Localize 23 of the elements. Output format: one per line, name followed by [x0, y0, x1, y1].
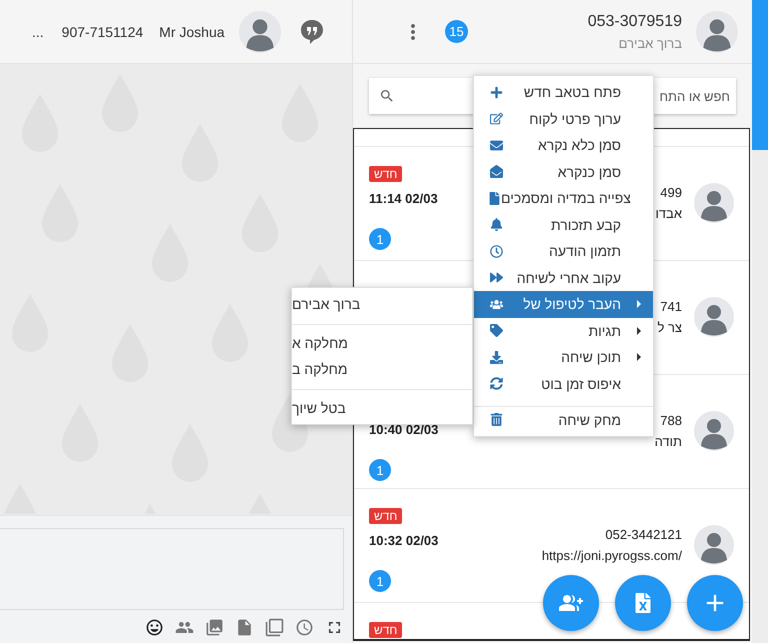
- new-badge: חדש: [369, 166, 402, 182]
- conversation-time: 11:14 02/03: [369, 191, 438, 206]
- contact-phone: 907-7151124: [62, 24, 144, 40]
- conversation-time: 10:40 02/03: [369, 422, 438, 437]
- new-badge: חדש: [369, 622, 402, 638]
- agent-phone: 053-3079519: [588, 12, 682, 30]
- conversation-time: 10:32 02/03: [369, 533, 438, 548]
- contact-name: Mr Joshua: [159, 24, 225, 40]
- conversation-preview: צר ל: [657, 320, 682, 335]
- conversation-phone: 741: [660, 299, 682, 314]
- new-badge: חדש: [369, 508, 402, 524]
- conversation-phone: 052-3442121: [605, 527, 682, 542]
- conversation-phone: 499: [660, 185, 682, 200]
- conversation-preview: אבדו: [655, 206, 682, 221]
- conversation-preview: /https://joni.pyrogss.com: [542, 548, 682, 563]
- unread-count: 1: [369, 228, 391, 250]
- conversation-phone: 788: [660, 413, 682, 428]
- more-indicator: ...: [32, 24, 44, 40]
- unread-count: 15: [445, 20, 468, 43]
- unread-count: 1: [369, 459, 391, 481]
- unread-count: 1: [369, 570, 391, 592]
- conversation-preview: תודה: [654, 434, 682, 449]
- agent-name: ברוך אבירם: [618, 36, 682, 50]
